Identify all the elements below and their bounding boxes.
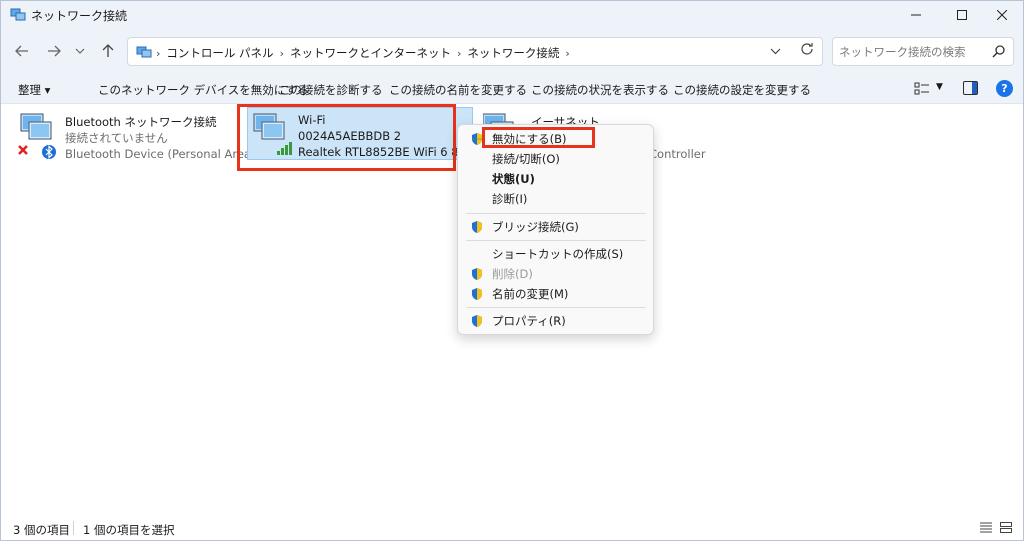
view-options-icon[interactable] (914, 82, 930, 96)
network-connections-icon (10, 8, 26, 21)
chevron-down-icon (75, 48, 85, 54)
context-menu: 無効にする(B) 接続/切断(O) 状態(U) 診断(I) ブリッジ接続(G) … (457, 124, 654, 335)
menu-item-bridge[interactable]: ブリッジ接続(G) (462, 217, 650, 237)
menu-item-label: 状態(U) (492, 172, 535, 186)
menu-item-create-shortcut[interactable]: ショートカットの作成(S) (462, 244, 650, 264)
close-button[interactable] (979, 1, 1024, 29)
menu-item-rename[interactable]: 名前の変更(M) (462, 284, 650, 304)
connection-item-wifi[interactable]: Wi-Fi 0024A5AEBBDB 2 Realtek RTL8852BE W… (247, 107, 495, 160)
bluetooth-network-icon (18, 113, 56, 159)
uac-shield-icon (472, 221, 482, 233)
view-status-command[interactable]: この接続の状況を表示する (531, 82, 669, 98)
help-icon[interactable]: ? (996, 80, 1013, 97)
view-dropdown-caret[interactable]: ▼ (936, 82, 943, 92)
preview-pane-icon[interactable] (963, 81, 978, 95)
maximize-icon (957, 10, 967, 20)
menu-item-label: 削除(D) (492, 267, 533, 281)
menu-item-status[interactable]: 状態(U) (462, 169, 650, 189)
address-row: › コントロール パネル › ネットワークとインターネット › ネットワーク接続… (1, 29, 1023, 73)
search-box[interactable] (832, 37, 1014, 66)
selection-count: 1 個の項目を選択 (83, 523, 175, 537)
menu-item-label: 診断(I) (492, 192, 528, 206)
menu-separator (466, 213, 646, 214)
menu-item-label: 接続/切断(O) (492, 152, 560, 166)
back-button[interactable] (11, 41, 33, 61)
refresh-button[interactable] (800, 42, 814, 60)
title-bar: ネットワーク接続 (1, 1, 1023, 29)
menu-item-label: ブリッジ接続(G) (492, 220, 579, 234)
window-title: ネットワーク接続 (31, 9, 128, 23)
forward-button[interactable] (43, 41, 65, 61)
menu-item-disable[interactable]: 無効にする(B) (462, 129, 650, 149)
control-panel-icon (136, 46, 152, 58)
command-bar: 整理 ▾ このネットワーク デバイスを無効にする この接続を診断する この接続の… (1, 73, 1023, 104)
chevron-down-icon (770, 48, 781, 55)
address-dropdown-button[interactable] (770, 44, 781, 58)
menu-item-properties[interactable]: プロパティ(R) (462, 311, 650, 331)
menu-item-label: プロパティ(R) (492, 314, 566, 328)
wifi-network-icon (253, 113, 292, 155)
uac-shield-icon (472, 268, 482, 280)
arrow-right-icon (48, 45, 61, 57)
uac-shield-icon (472, 133, 482, 145)
breadcrumb-network-internet[interactable]: ネットワークとインターネット (290, 45, 451, 61)
connection-status: 接続されていません (65, 131, 168, 145)
arrow-left-icon (15, 45, 28, 57)
organize-menu[interactable]: 整理 ▾ (18, 82, 50, 98)
menu-item-label: 名前の変更(M) (492, 287, 569, 301)
refresh-icon (801, 43, 813, 55)
minimize-icon (911, 14, 921, 16)
details-view-icon[interactable] (980, 522, 992, 533)
up-button[interactable] (97, 41, 119, 61)
arrow-up-icon (102, 44, 114, 57)
connection-item-bluetooth[interactable]: Bluetooth ネットワーク接続 接続されていません Bluetooth D… (17, 112, 266, 168)
rename-command[interactable]: この接続の名前を変更する (389, 82, 527, 98)
search-input[interactable] (839, 43, 984, 61)
uac-shield-icon (472, 288, 482, 300)
menu-item-delete: 削除(D) (462, 264, 650, 284)
change-settings-command[interactable]: この接続の設定を変更する (673, 82, 811, 98)
breadcrumb-network-connections[interactable]: ネットワーク接続 (467, 45, 559, 61)
diagnose-command[interactable]: この接続を診断する (279, 82, 383, 98)
connection-name: Bluetooth ネットワーク接続 (65, 115, 217, 129)
menu-item-connect-disconnect[interactable]: 接続/切断(O) (462, 149, 650, 169)
close-icon (997, 10, 1007, 20)
menu-separator (466, 240, 646, 241)
status-bar: 3 個の項目 1 個の項目を選択 (1, 516, 1023, 540)
menu-item-label: 無効にする(B) (492, 132, 567, 146)
item-count: 3 個の項目 (13, 523, 70, 537)
minimize-button[interactable] (893, 1, 939, 29)
address-bar[interactable]: › コントロール パネル › ネットワークとインターネット › ネットワーク接続… (127, 37, 823, 66)
breadcrumb: › コントロール パネル › ネットワークとインターネット › ネットワーク接続… (156, 45, 570, 61)
menu-item-label: ショートカットの作成(S) (492, 247, 624, 261)
disable-device-command[interactable]: このネットワーク デバイスを無効にする (98, 82, 308, 98)
search-icon (992, 45, 1005, 58)
uac-shield-icon (472, 315, 482, 327)
menu-item-diagnose[interactable]: 診断(I) (462, 189, 650, 209)
breadcrumb-control-panel[interactable]: コントロール パネル (166, 45, 273, 61)
network-connections-window: ネットワーク接続 › コントロール パネル › ネットワークとインターネット ›… (0, 0, 1024, 541)
connection-device: Bluetooth Device (Personal Area ... (65, 147, 266, 161)
menu-separator (466, 307, 646, 308)
tiles-view-icon[interactable] (1000, 522, 1012, 533)
recent-locations-button[interactable] (69, 41, 91, 61)
